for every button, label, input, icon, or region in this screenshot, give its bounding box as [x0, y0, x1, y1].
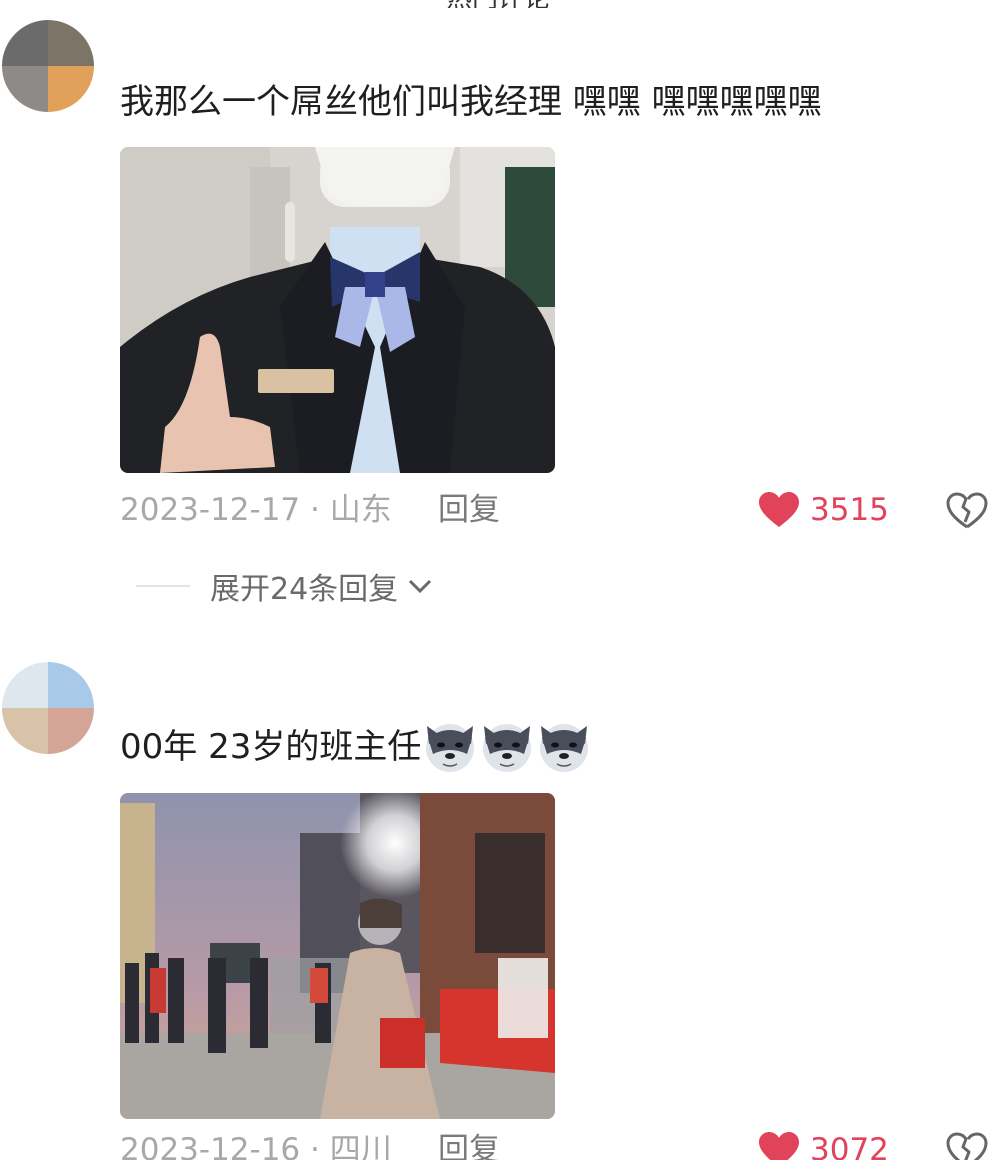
- broken-heart-icon: [946, 1132, 988, 1160]
- husky-emoji: [483, 724, 532, 772]
- like-button[interactable]: 3072: [758, 1128, 889, 1160]
- like-count: 3515: [810, 492, 889, 528]
- expand-replies-button[interactable]: 展开24条回复: [136, 564, 434, 608]
- reply-button[interactable]: 回复: [438, 1128, 500, 1160]
- comment-text: 00年 23岁的班主任: [120, 720, 594, 774]
- comment-photo[interactable]: [120, 793, 555, 1119]
- expand-replies-label: 展开24条回复: [210, 572, 399, 607]
- comment-photo[interactable]: [120, 147, 555, 473]
- date-location: 2023-12-17 · 山东: [120, 492, 392, 528]
- comment-text-content: 00年 23岁的班主任: [120, 727, 422, 767]
- heart-icon: [759, 492, 799, 527]
- dislike-button[interactable]: [946, 492, 988, 542]
- heart-icon: [759, 1132, 799, 1160]
- husky-emoji: [540, 724, 589, 772]
- chevron-down-icon: [409, 579, 432, 594]
- comment-feed: 热门评论 我那么一个屌丝他们叫我经理 嘿嘿 嘿嘿嘿嘿嘿: [0, 0, 996, 1160]
- comment-meta: 2023-12-17 · 山东 回复 3515: [120, 488, 996, 532]
- reply-button[interactable]: 回复: [438, 488, 500, 532]
- dislike-button[interactable]: [946, 1132, 988, 1160]
- like-count: 3072: [810, 1132, 889, 1160]
- comment-meta: 2023-12-16 · 四川 回复 3072: [120, 1128, 996, 1160]
- husky-emoji: [426, 724, 475, 772]
- comment-text: 我那么一个屌丝他们叫我经理 嘿嘿 嘿嘿嘿嘿嘿: [120, 82, 822, 122]
- avatar[interactable]: [2, 662, 94, 754]
- like-button[interactable]: 3515: [758, 488, 889, 532]
- broken-heart-icon: [946, 492, 988, 529]
- avatar[interactable]: [2, 20, 94, 112]
- date-location: 2023-12-16 · 四川: [120, 1132, 392, 1160]
- comment-item: 00年 23岁的班主任 2023-12-16 · 四川 回复 3072: [0, 640, 996, 1160]
- divider-line: [136, 585, 190, 587]
- emoji-group: [423, 720, 594, 774]
- comment-item: 我那么一个屌丝他们叫我经理 嘿嘿 嘿嘿嘿嘿嘿 2023-12-17 · 山东 回…: [0, 0, 996, 620]
